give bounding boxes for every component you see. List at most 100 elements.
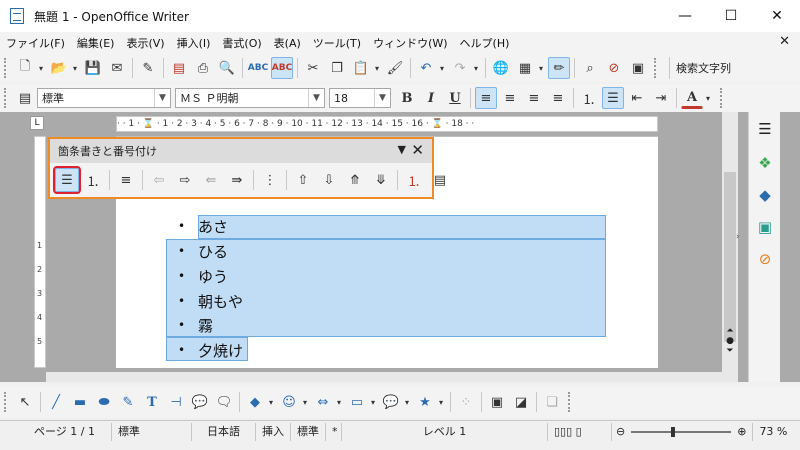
- find-text-field[interactable]: 検索文字列: [669, 57, 737, 79]
- chevron-down-icon[interactable]: ▼: [374, 89, 390, 107]
- decrease-indent-icon[interactable]: ⇤: [626, 87, 648, 109]
- open-dropdown-icon[interactable]: ▾: [71, 64, 79, 73]
- page-style[interactable]: 標準: [112, 422, 192, 441]
- table-icon[interactable]: ▦: [514, 57, 536, 79]
- new-dropdown-icon[interactable]: ▾: [37, 64, 45, 73]
- find-replace-binoculars-icon[interactable]: ⌕: [579, 57, 601, 79]
- copy-icon[interactable]: ❐: [326, 57, 348, 79]
- new-document-icon[interactable]: 🗋: [14, 57, 36, 79]
- table-dropdown-icon[interactable]: ▾: [537, 64, 545, 73]
- edit-file-icon[interactable]: ✎: [137, 57, 159, 79]
- numbering-icon[interactable]: ⒈: [578, 87, 600, 109]
- basic-shapes-dropdown-icon[interactable]: ▾: [267, 398, 275, 407]
- redo-icon[interactable]: ↷: [449, 57, 471, 79]
- text-icon[interactable]: T: [141, 391, 163, 413]
- export-pdf-icon[interactable]: ▤: [168, 57, 190, 79]
- toolbar-grip[interactable]: [720, 88, 725, 108]
- promote-one-level-icon[interactable]: ⇦: [147, 168, 171, 192]
- styles-formatting-icon[interactable]: ▤: [14, 87, 36, 109]
- styles-icon[interactable]: ◆: [754, 184, 776, 206]
- scrollbar-thumb[interactable]: [724, 172, 736, 342]
- font-name-select[interactable]: ＭＳ Ｐ明朝 ▼: [175, 88, 325, 108]
- maximize-button[interactable]: ☐: [708, 0, 754, 32]
- font-color-dropdown-icon[interactable]: ▾: [704, 94, 712, 103]
- email-icon[interactable]: ✉: [106, 57, 128, 79]
- close-button[interactable]: ✕: [754, 0, 800, 32]
- hyperlink-globe-icon[interactable]: 🌐: [490, 57, 512, 79]
- menu-insert[interactable]: 挿入(I): [171, 35, 217, 51]
- sidebar-menu-icon[interactable]: ☰: [754, 118, 776, 140]
- horizontal-ruler[interactable]: · · 1 · ⌛ · 1 · 2 · 3 · 4 · 5 · 6 · 7 · …: [116, 116, 658, 132]
- cut-icon[interactable]: ✂: [302, 57, 324, 79]
- toolbar-grip[interactable]: [654, 58, 659, 78]
- align-center-icon[interactable]: ≡: [499, 87, 521, 109]
- justify-icon[interactable]: ≡: [547, 87, 569, 109]
- move-up-icon[interactable]: ⇧: [291, 168, 315, 192]
- floating-toolbar-close-icon[interactable]: ✕: [411, 141, 424, 159]
- font-size-select[interactable]: 18 ▼: [329, 88, 391, 108]
- from-file-icon[interactable]: ▣: [486, 391, 508, 413]
- menu-edit[interactable]: 編集(E): [71, 35, 121, 51]
- flowchart-icon[interactable]: ▭: [346, 391, 368, 413]
- numbering-off-icon[interactable]: ⒈: [81, 168, 105, 192]
- minimize-button[interactable]: —: [662, 0, 708, 32]
- zoom-in-icon[interactable]: ⊕: [737, 425, 746, 438]
- toolbar-menu-icon[interactable]: ▼: [398, 143, 406, 156]
- list-item[interactable]: • あさ: [178, 214, 228, 238]
- selection-mode[interactable]: 標準: [291, 422, 326, 441]
- menu-file[interactable]: ファイル(F): [0, 35, 71, 51]
- print-icon[interactable]: ⎙: [192, 57, 214, 79]
- properties-icon[interactable]: ❖: [754, 152, 776, 174]
- insert-unnumbered-entry-icon[interactable]: ⋮: [258, 168, 282, 192]
- callout-shapes-icon[interactable]: 💬: [380, 391, 402, 413]
- list-item[interactable]: • ゆう: [178, 264, 228, 288]
- points-icon[interactable]: ⁘: [455, 391, 477, 413]
- restart-numbering-icon[interactable]: ⒈: [402, 168, 426, 192]
- auto-spellcheck-icon[interactable]: ABC: [271, 57, 293, 79]
- align-left-icon[interactable]: ≡: [475, 87, 497, 109]
- menu-window[interactable]: ウィンドウ(W): [367, 35, 453, 51]
- previous-page-icon[interactable]: ⏶: [726, 326, 733, 336]
- bullets-numbering-dialog-icon[interactable]: ▤: [428, 168, 452, 192]
- sidebar-collapse-icon[interactable]: ›: [736, 232, 740, 242]
- numbering-off-list-icon[interactable]: ≡: [114, 168, 138, 192]
- zoom-out-icon[interactable]: ⊖: [616, 425, 625, 438]
- zoom-slider-knob[interactable]: [671, 426, 676, 437]
- menu-tools[interactable]: ツール(T): [307, 35, 367, 51]
- save-icon[interactable]: 💾: [82, 57, 104, 79]
- insert-mode[interactable]: 挿入: [256, 422, 291, 441]
- list-item[interactable]: • 朝もや: [178, 289, 243, 313]
- redo-dropdown-icon[interactable]: ▾: [472, 64, 480, 73]
- tab-stop-selector[interactable]: L: [30, 116, 44, 130]
- symbol-shapes-dropdown-icon[interactable]: ▾: [301, 398, 309, 407]
- bullets-off-icon[interactable]: ☰: [53, 166, 81, 194]
- move-down-icon[interactable]: ⇩: [317, 168, 341, 192]
- flowchart-dropdown-icon[interactable]: ▾: [369, 398, 377, 407]
- align-right-icon[interactable]: ≡: [523, 87, 545, 109]
- move-down-with-subpoints-icon[interactable]: ⤋: [369, 168, 393, 192]
- callout-shapes-dropdown-icon[interactable]: ▾: [403, 398, 411, 407]
- chevron-down-icon[interactable]: ▼: [154, 89, 170, 107]
- symbol-shapes-icon[interactable]: ☺: [278, 391, 300, 413]
- list-item[interactable]: • ひる: [178, 239, 228, 263]
- undo-icon[interactable]: ↶: [415, 57, 437, 79]
- floating-toolbar-titlebar[interactable]: 箇条書きと番号付け ▼ ✕: [50, 139, 432, 163]
- move-up-with-subpoints-icon[interactable]: ⤊: [343, 168, 367, 192]
- spellcheck-icon[interactable]: ABC: [247, 57, 269, 79]
- menu-table[interactable]: 表(A): [268, 35, 307, 51]
- select-arrow-icon[interactable]: ↖: [14, 391, 36, 413]
- list-item[interactable]: • 霧: [178, 313, 213, 337]
- toolbar-grip[interactable]: [568, 392, 573, 412]
- view-layout-icons[interactable]: ▯▯▯ ▯: [548, 422, 612, 441]
- block-arrows-icon[interactable]: ⇔: [312, 391, 334, 413]
- bullets-icon[interactable]: ☰: [602, 87, 624, 109]
- gallery-icon[interactable]: ▣: [627, 57, 649, 79]
- toolbar-grip[interactable]: [4, 58, 9, 78]
- italic-button[interactable]: I: [420, 87, 442, 109]
- undo-dropdown-icon[interactable]: ▾: [438, 64, 446, 73]
- navigator-icon[interactable]: ⊘: [603, 57, 625, 79]
- horizontal-scrollbar[interactable]: [46, 372, 722, 382]
- close-document-icon[interactable]: ✕: [779, 34, 790, 49]
- chevron-down-icon[interactable]: ▼: [308, 89, 324, 107]
- block-arrows-dropdown-icon[interactable]: ▾: [335, 398, 343, 407]
